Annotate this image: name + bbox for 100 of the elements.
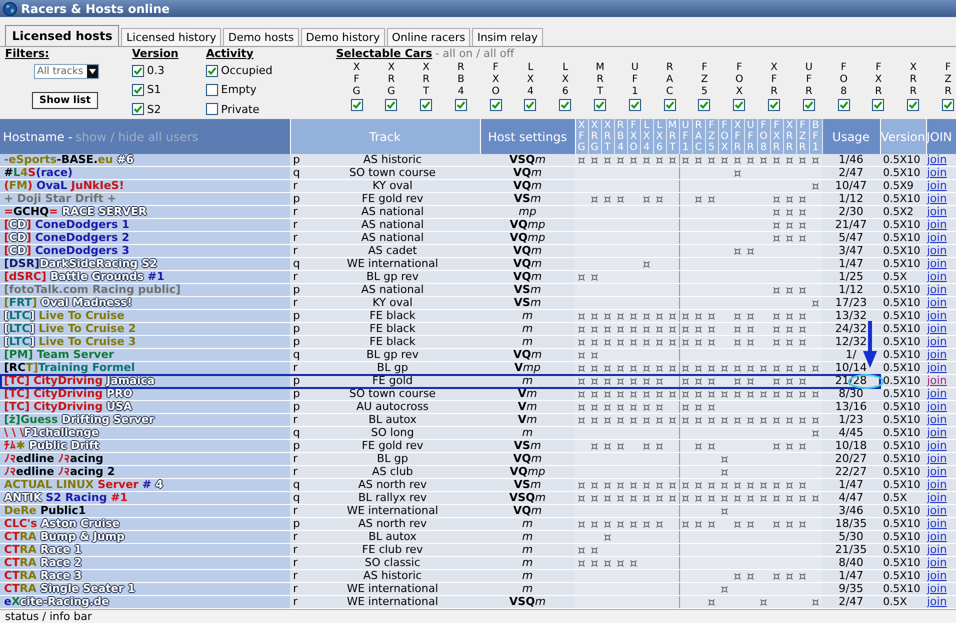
host-type: r [290, 504, 305, 518]
version: 0.5X10 [880, 504, 926, 518]
checkbox[interactable] [559, 99, 572, 111]
version: 0.5X2 [880, 206, 926, 218]
version: 0.5X10 [880, 348, 926, 362]
column-header: FZR [796, 119, 809, 154]
car-code: FXO [490, 62, 501, 98]
car-code: FZ5 [700, 62, 709, 98]
host-type: r [290, 556, 305, 570]
host-type: q [290, 492, 305, 504]
checkbox[interactable] [628, 99, 641, 111]
host-type: p [290, 336, 305, 348]
track-name: AU autocross [305, 400, 480, 414]
car-code: FZR [944, 62, 953, 98]
column-header: LX6 [653, 119, 666, 154]
hostname: \ \ \F1challenge [0, 426, 290, 440]
version: 0.5X10 [880, 244, 926, 258]
checkbox[interactable] [698, 99, 710, 111]
checkbox[interactable] [733, 99, 746, 111]
checkbox[interactable] [872, 99, 884, 111]
checkbox[interactable] [206, 103, 218, 116]
column-header: LX4 [640, 119, 653, 154]
host-type: r [290, 270, 305, 284]
version: 0.5X10 [880, 414, 926, 426]
usage: 1/25 [822, 270, 880, 284]
checkbox-label: Empty [221, 83, 256, 96]
column-header: XFR [731, 119, 744, 154]
host-type: r [290, 244, 305, 258]
host-type: q [290, 348, 305, 362]
host-settings: VQmp [480, 218, 575, 232]
version: 0.5X10 [880, 466, 926, 478]
checkbox[interactable] [802, 99, 815, 111]
track-name: WE international [305, 504, 480, 518]
checkbox[interactable] [132, 64, 144, 77]
usage: 18/35 [822, 518, 880, 530]
version: 0.5X10 [880, 166, 926, 180]
column-header: RAC [692, 119, 705, 154]
all-on-off-links[interactable]: - all on / all off [435, 47, 514, 60]
host-type: r [290, 582, 305, 596]
tab[interactable]: Online racers [386, 28, 470, 46]
host-settings: VQmp [480, 232, 575, 244]
checkbox[interactable] [838, 99, 850, 111]
version: 0.5X10 [880, 518, 926, 530]
usage: 4/45 [822, 426, 880, 440]
version: 0.5X10 [880, 296, 926, 310]
checkbox[interactable] [206, 64, 218, 77]
checkbox[interactable] [454, 99, 467, 111]
checkbox[interactable] [385, 99, 398, 111]
checkbox[interactable] [664, 99, 676, 111]
hostname: [fotoTalk.com Racing public] [0, 284, 290, 296]
usage: 1/12 [822, 284, 880, 296]
tab[interactable]: Demo history [300, 28, 385, 46]
tab[interactable]: Licensed history [121, 28, 222, 46]
track-name: FE club rev [305, 544, 480, 556]
usage: 5/30 [822, 530, 880, 544]
host-type: p [290, 310, 305, 322]
track-dropdown[interactable]: All tracks [34, 64, 99, 79]
show-list-button[interactable]: Show list [32, 92, 98, 109]
usage: 2/47 [822, 166, 880, 180]
tab[interactable]: Licensed hosts [5, 25, 120, 46]
car-code: UFR [804, 62, 814, 98]
version: 0.5X10 [880, 452, 926, 466]
checkbox[interactable] [132, 84, 144, 96]
host-settings: m [480, 518, 575, 530]
checkbox[interactable] [768, 99, 780, 111]
hostname: (FM) OvaL JuNkIeS! [0, 180, 290, 192]
version: 0.5X10 [880, 258, 926, 270]
tab[interactable]: Insim relay [472, 28, 543, 46]
checkbox[interactable] [907, 99, 920, 111]
host-settings: m [480, 322, 575, 336]
hostname: CTRA Race 3 [0, 570, 290, 582]
host-type: r [290, 218, 305, 232]
tab[interactable]: Demo hosts [223, 28, 299, 46]
host-settings: VSm [480, 440, 575, 452]
track-name: AS national [305, 232, 480, 244]
car-code: XFR [770, 62, 779, 98]
checkbox[interactable] [524, 99, 536, 111]
checkbox-label: S1 [147, 83, 161, 96]
hostname: CLC's Aston Cruise [0, 518, 290, 530]
usage: 9/35 [822, 582, 880, 596]
checkbox[interactable] [350, 99, 362, 111]
track-name: AS north rev [305, 478, 480, 492]
version: 0.5X10 [880, 310, 926, 322]
host-settings: m [480, 582, 575, 596]
checkbox[interactable] [594, 99, 606, 111]
status-bar: status / info bar [0, 609, 956, 623]
version: 0.5X10 [880, 478, 926, 492]
hostname: [DSR]DarkSideRacing S2 [0, 258, 290, 270]
hostname: CTRA Race 1 [0, 544, 290, 556]
checkbox[interactable] [420, 99, 432, 111]
version: 0.5X [880, 270, 926, 284]
version-heading: Version [132, 47, 180, 60]
checkbox[interactable] [490, 99, 502, 111]
checkbox-label: S2 [147, 102, 161, 116]
checkbox[interactable] [132, 103, 144, 116]
version: 0.5X10 [880, 336, 926, 348]
host-type: p [290, 322, 305, 336]
checkbox[interactable] [942, 99, 954, 111]
checkbox[interactable] [206, 84, 218, 96]
caret-icon [87, 65, 98, 78]
